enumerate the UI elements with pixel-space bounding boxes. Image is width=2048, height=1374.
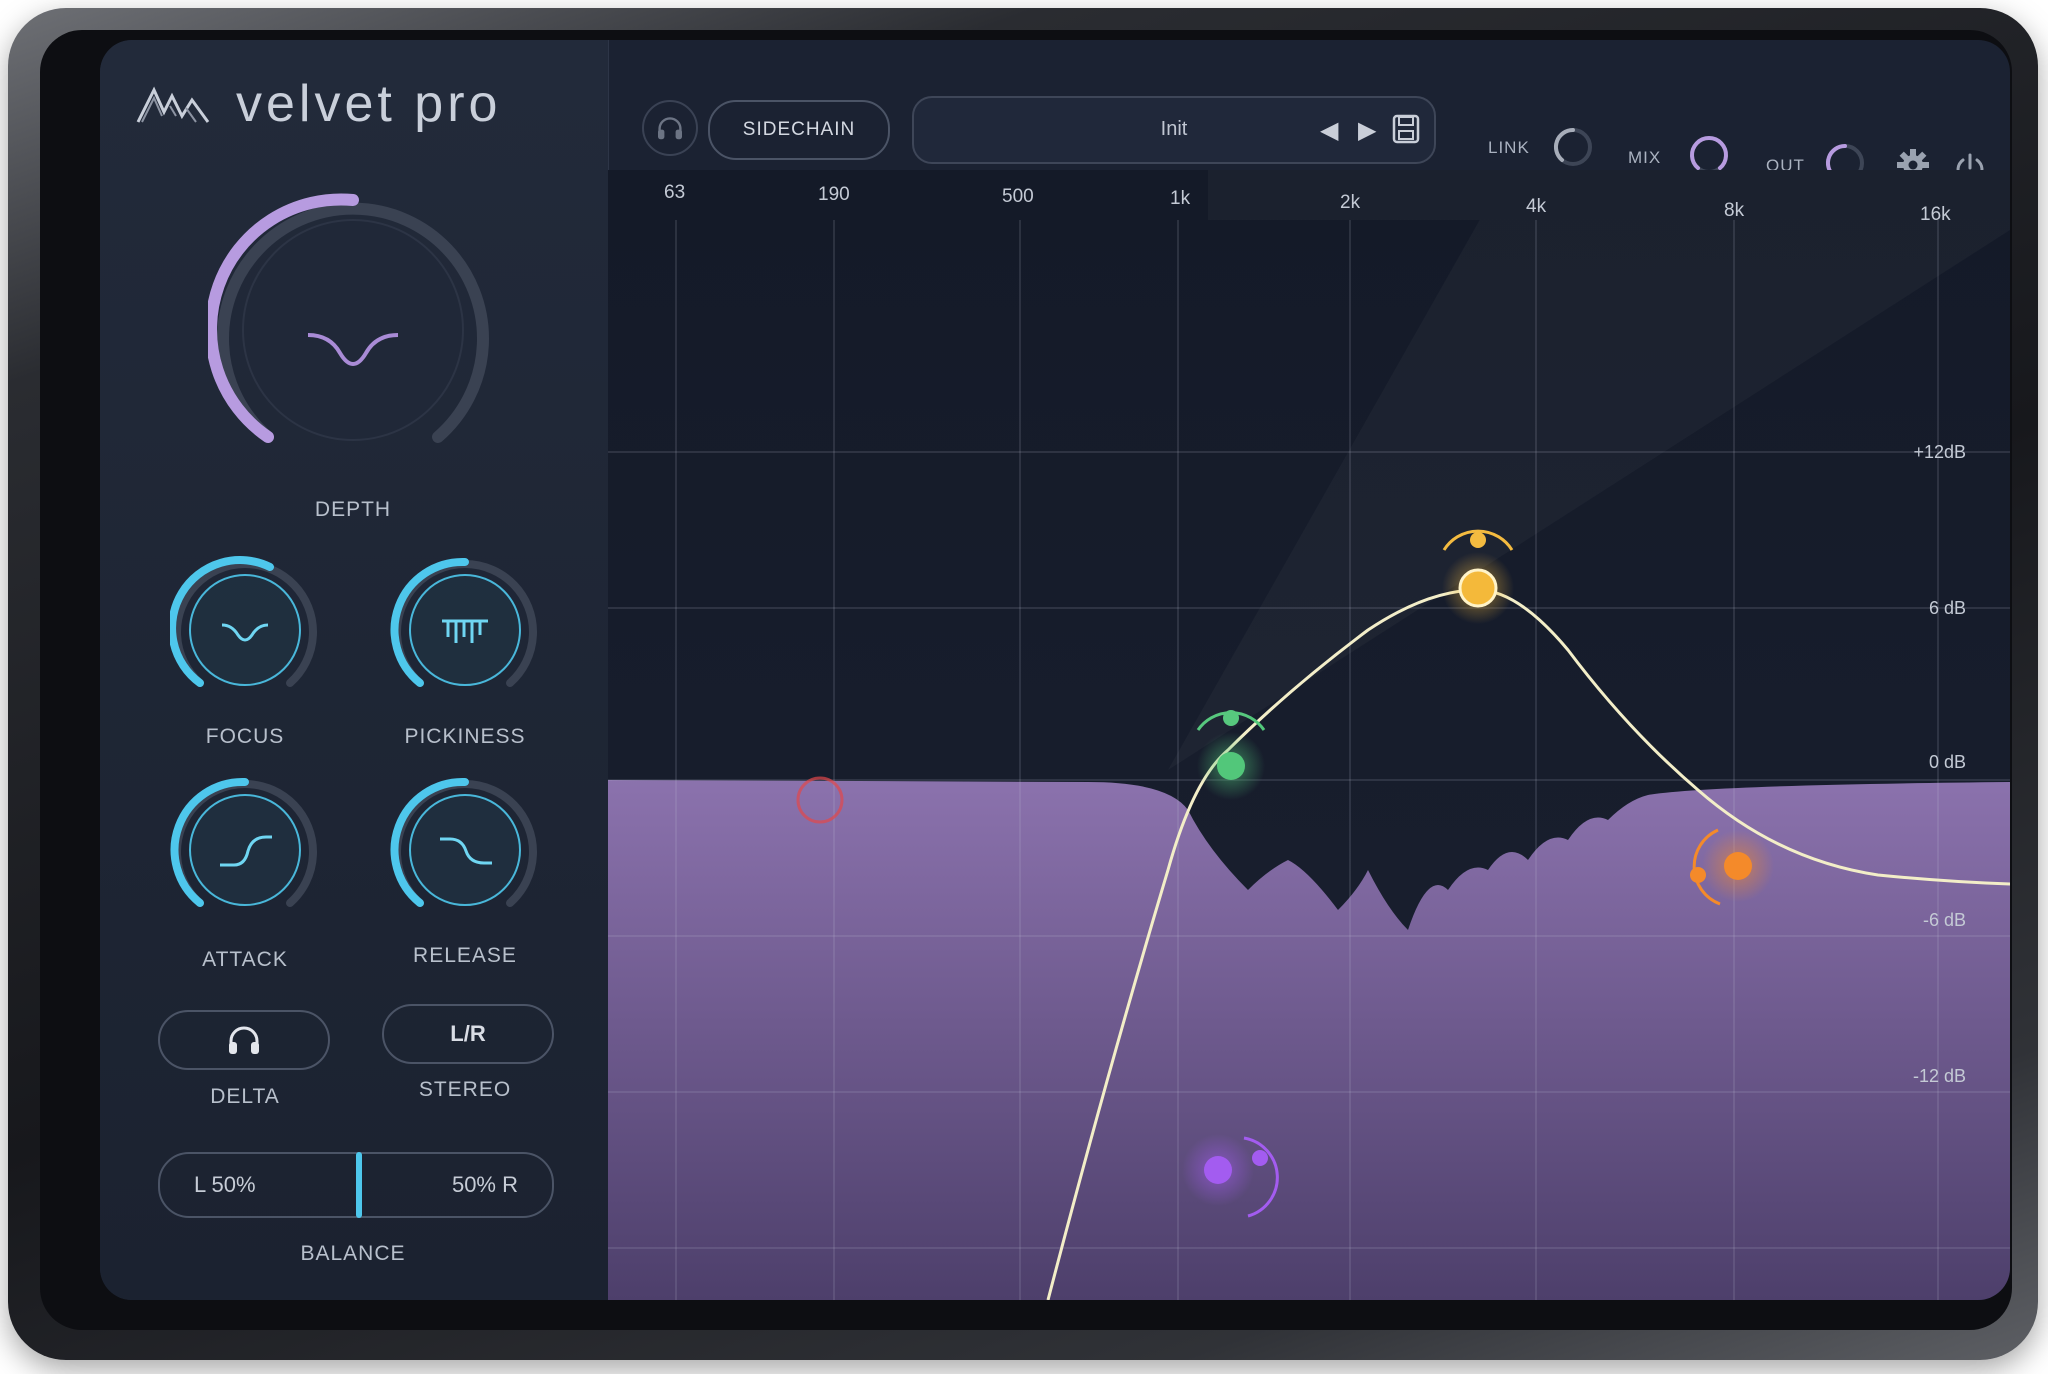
freq-label-63: 63 — [664, 182, 686, 203]
db-label-minus6: -6 dB — [1922, 910, 1966, 930]
link-knob[interactable] — [1552, 126, 1594, 168]
stereo-lr-button[interactable]: L/R — [382, 1004, 554, 1064]
attack-label: ATTACK — [202, 948, 288, 971]
left-control-panel: velvet pro DEPTH FOCUS PICKINESS ATTACK … — [100, 40, 609, 1300]
balance-handle[interactable] — [356, 1152, 362, 1218]
headphones-icon — [658, 117, 682, 140]
preset-selector[interactable]: Init ◀ ▶ — [912, 96, 1436, 164]
prev-preset-icon[interactable]: ◀ — [1320, 116, 1338, 145]
delta-label: DELTA — [210, 1085, 280, 1108]
freq-label-4k: 4k — [1526, 196, 1547, 217]
preset-name: Init — [1160, 118, 1188, 140]
balance-slider[interactable]: L 50% 50% R — [158, 1152, 554, 1218]
solo-listen-button[interactable] — [642, 100, 698, 156]
top-toolbar: SIDECHAIN Init ◀ ▶ LINK MIX OUT — [608, 40, 2010, 184]
balance-label: BALANCE — [300, 1242, 406, 1265]
sidechain-button[interactable]: SIDECHAIN — [708, 100, 890, 160]
focus-label: FOCUS — [205, 725, 285, 748]
db-label-0: 0 dB — [1928, 752, 1966, 772]
pickiness-label: PICKINESS — [404, 725, 526, 748]
next-preset-icon[interactable]: ▶ — [1358, 116, 1376, 145]
delta-button[interactable] — [158, 1010, 330, 1070]
balance-right-value: 50% R — [451, 1172, 518, 1197]
freq-label-190: 190 — [818, 184, 850, 205]
eq-graph[interactable]: 63 190 500 1k 2k 4k 8k 16k +12dB 6 dB 0 … — [608, 170, 2010, 1300]
eq-graph-canvas[interactable] — [608, 170, 2010, 1300]
pickiness-knob[interactable] — [390, 555, 540, 705]
plugin-window: velvet pro DEPTH FOCUS PICKINESS ATTACK … — [100, 40, 2010, 1300]
freq-label-1k: 1k — [1170, 188, 1191, 209]
save-icon[interactable] — [1392, 114, 1420, 144]
freq-label-2k: 2k — [1340, 192, 1361, 213]
attack-knob[interactable] — [170, 775, 320, 925]
db-label-plus12: +12dB — [1913, 442, 1966, 462]
freq-label-8k: 8k — [1724, 200, 1745, 221]
link-label: LINK — [1488, 138, 1530, 157]
release-label: RELEASE — [413, 944, 517, 967]
freq-label-500: 500 — [1002, 186, 1034, 207]
depth-knob[interactable] — [208, 185, 498, 475]
freq-label-16k: 16k — [1920, 204, 1951, 225]
release-knob[interactable] — [390, 775, 540, 925]
db-label-minus12: -12 dB — [1912, 1066, 1966, 1086]
brand: velvet pro — [136, 74, 501, 134]
velvet-logo-icon — [136, 86, 210, 123]
mix-label: MIX — [1628, 148, 1662, 167]
focus-knob[interactable] — [170, 555, 320, 705]
balance-left-value: L 50% — [194, 1172, 256, 1197]
eq-node-orange[interactable] — [1690, 828, 1774, 906]
depth-label: DEPTH — [314, 498, 392, 521]
brand-name: velvet pro — [236, 75, 502, 133]
stereo-label: STEREO — [418, 1078, 512, 1101]
db-label-plus6: 6 dB — [1928, 598, 1966, 618]
headphones-icon — [229, 1026, 259, 1054]
